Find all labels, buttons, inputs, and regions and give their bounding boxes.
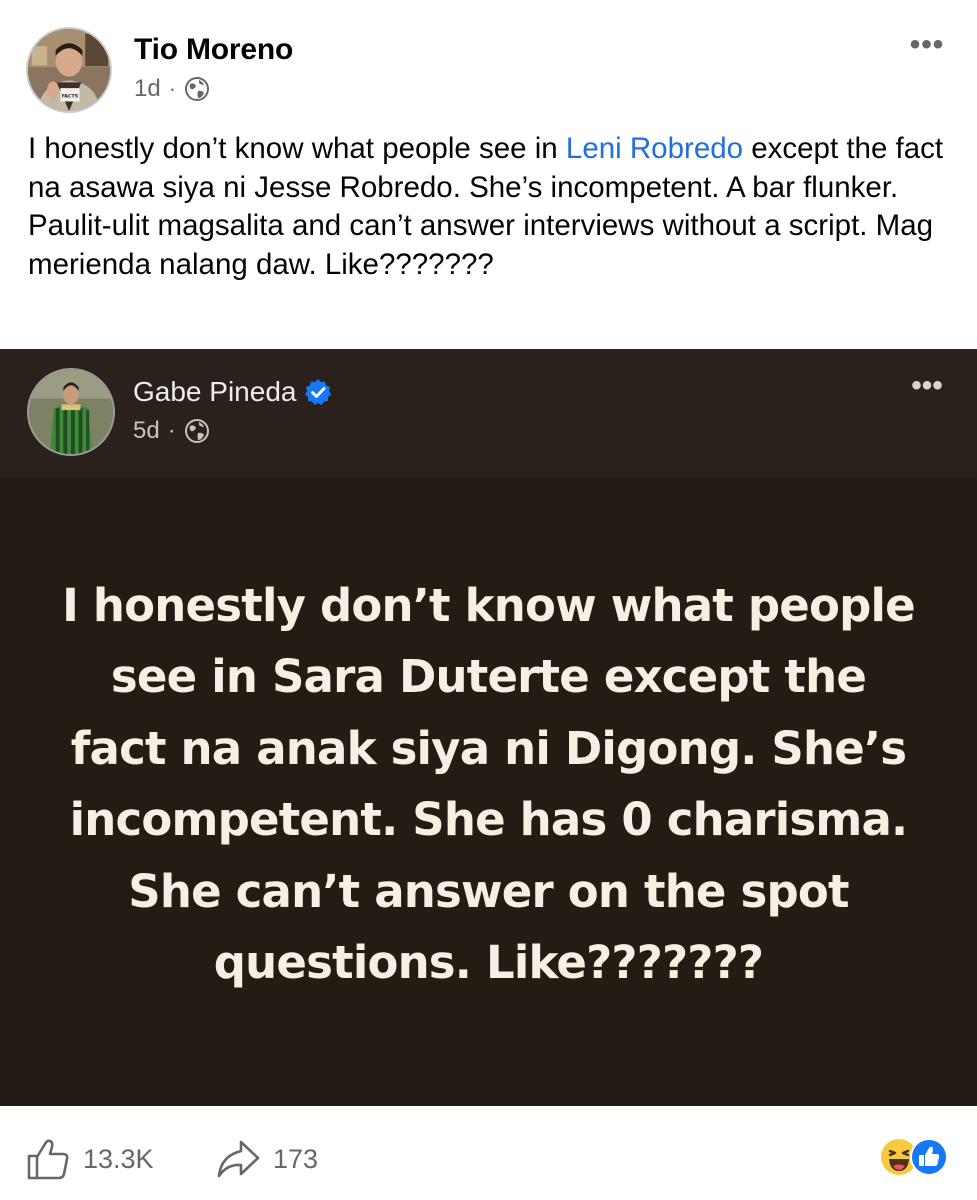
mention-link[interactable]: Leni Robredo — [566, 132, 743, 165]
shared-avatar-photo — [29, 370, 113, 454]
thumbs-up-icon — [27, 1139, 69, 1180]
like-button[interactable]: 13.3K — [25, 1136, 154, 1182]
post-time[interactable]: 1d — [134, 75, 161, 103]
post-header: FACTS Tio Moreno 1d · ••• — [0, 0, 977, 125]
meta-separator: · — [168, 76, 177, 101]
shared-post-image[interactable]: Gabe Pineda 5d · ••• I honestly don’t kn… — [0, 349, 977, 1106]
share-count: 173 — [273, 1143, 319, 1174]
svg-text:FACTS: FACTS — [62, 94, 79, 100]
shared-author-label: Gabe Pineda — [133, 376, 297, 407]
like-count: 13.3K — [83, 1143, 154, 1174]
shared-post-body: I honestly don’t know what people see in… — [0, 477, 977, 1106]
verified-badge-icon — [305, 379, 332, 405]
more-options-button[interactable]: ••• — [907, 28, 947, 61]
author-name[interactable]: Tio Moreno — [134, 33, 293, 67]
shared-meta-separator: · — [167, 417, 176, 444]
shared-post-header: Gabe Pineda 5d · ••• — [0, 349, 977, 477]
like-reaction-icon — [910, 1138, 948, 1176]
globe-icon — [185, 77, 210, 101]
avatar-photo: FACTS — [28, 29, 110, 111]
post-meta: 1d · — [134, 75, 210, 103]
post-footer: 13.3K 173 — [0, 1106, 977, 1200]
reactions-summary[interactable] — [880, 1138, 950, 1176]
post-text-start: I honestly don’t know what people see in — [28, 132, 566, 165]
share-arrow-icon — [217, 1140, 260, 1178]
shared-more-options: ••• — [911, 369, 943, 402]
share-button[interactable]: 173 — [215, 1136, 318, 1182]
author-avatar[interactable]: FACTS — [26, 27, 112, 113]
shared-post-meta: 5d · — [133, 417, 210, 445]
shared-post-time: 5d — [133, 417, 160, 444]
post-text: I honestly don’t know what people see in… — [28, 130, 948, 284]
shared-author-name: Gabe Pineda — [133, 376, 332, 408]
globe-icon — [184, 419, 209, 443]
shared-post-quote: I honestly don’t know what people see in… — [62, 578, 916, 990]
shared-author-avatar — [27, 368, 115, 456]
